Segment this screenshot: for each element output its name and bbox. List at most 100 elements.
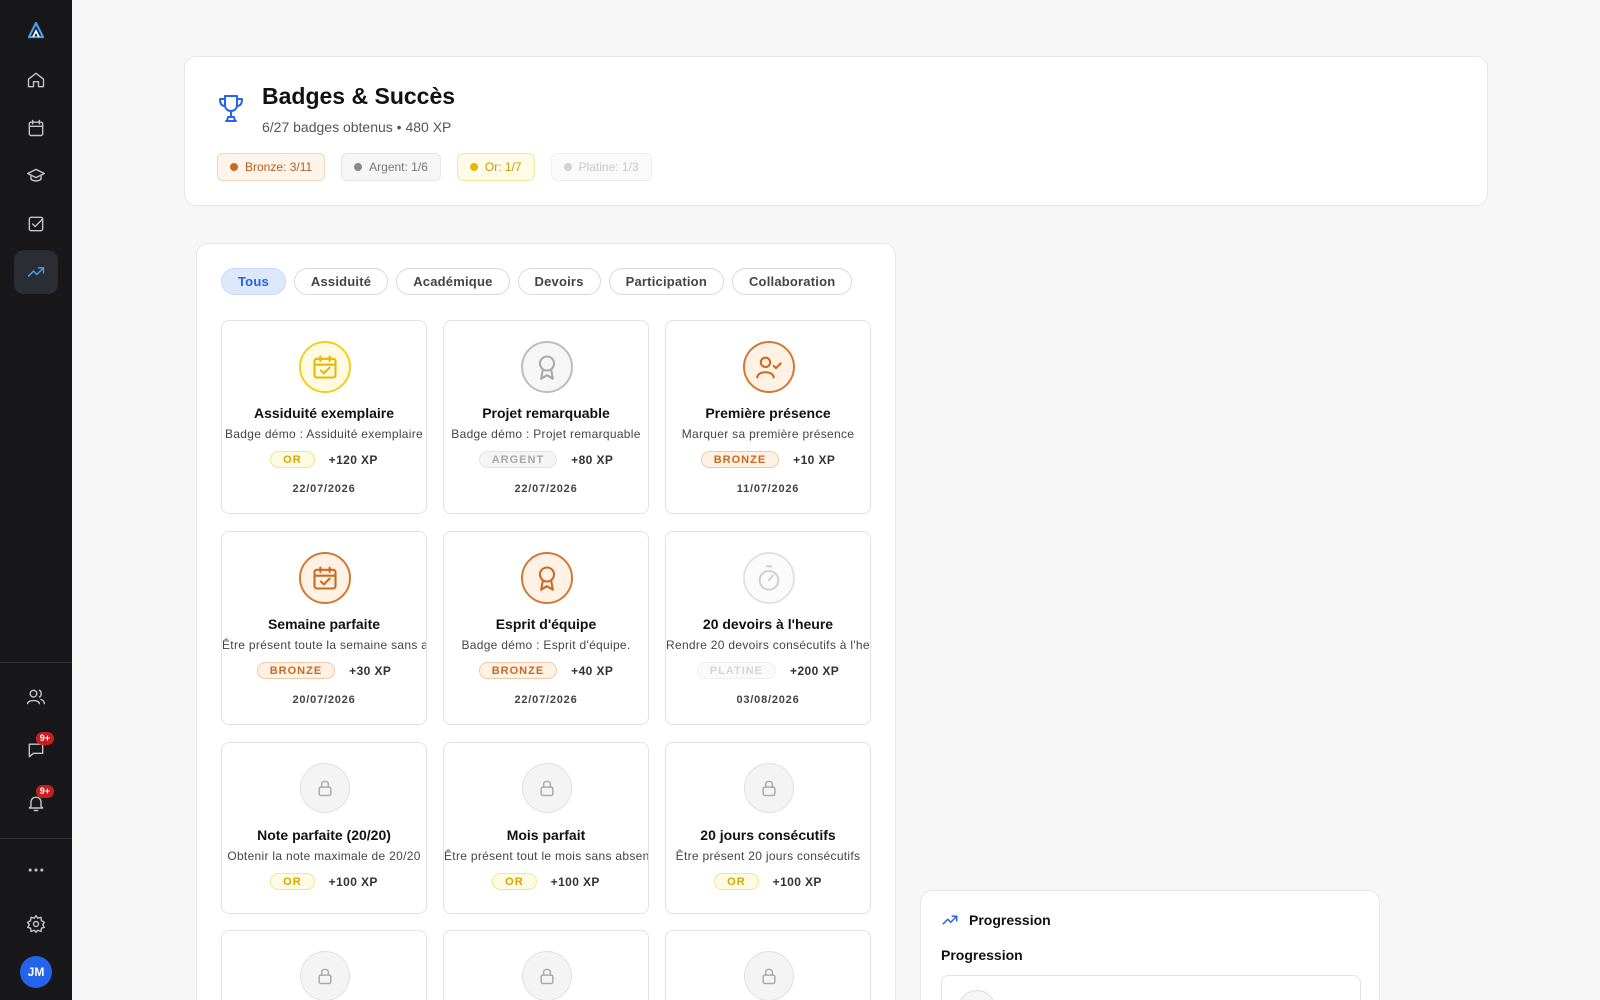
badge-card-locked[interactable]: Mois parfait Être présent tout le mois s… (443, 742, 649, 914)
filter-assiduite[interactable]: Assiduité (293, 268, 389, 295)
lock-icon (522, 763, 572, 813)
badge-card[interactable]: Projet remarquable Badge démo : Projet r… (443, 320, 649, 514)
badge-xp: +10 XP (793, 452, 836, 467)
lock-icon (522, 951, 572, 1000)
tier-pill: BRONZE (478, 662, 558, 679)
badge-card[interactable]: 20 devoirs à l'heure Rendre 20 devoirs c… (665, 531, 871, 725)
badge-meta: PLATINE +200 XP (666, 662, 870, 679)
platine-dot-icon (563, 163, 572, 171)
badge-date: 03/08/2026 (736, 694, 800, 706)
progression-header: Progression (941, 911, 1051, 929)
badge-meta: BRONZE +40 XP (444, 662, 648, 679)
badge-meta: BRONZE +30 XP (222, 662, 426, 679)
progression-item[interactable] (941, 975, 1361, 1000)
badge-meta: OR +120 XP (222, 451, 426, 468)
badge-meta: ARGENT +80 XP (444, 451, 648, 468)
filter-tous[interactable]: Tous (221, 268, 286, 295)
argent-dot-icon (354, 163, 363, 171)
badge-description: Obtenir la note maximale de 20/20 (227, 849, 421, 863)
sidebar-item-calendar[interactable] (14, 106, 58, 150)
avatar[interactable]: JM (20, 956, 52, 988)
sidebar: 9+ 9+ JM (0, 0, 72, 1000)
tier-chip-label: Argent: 1/6 (369, 160, 428, 174)
sidebar-item-messages[interactable]: 9+ (14, 728, 58, 772)
filter-participation[interactable]: Participation (608, 268, 724, 295)
badge-card-locked[interactable] (665, 930, 871, 1000)
tier-pill: OR (270, 451, 315, 468)
badge-name: Assiduité exemplaire (253, 405, 395, 421)
tier-pill: BRONZE (256, 662, 336, 679)
tier-chip-argent: Argent: 1/6 (341, 153, 441, 181)
badge-card-locked[interactable] (221, 930, 427, 1000)
badge-description: Badge démo : Assiduité exemplaire (224, 427, 423, 441)
badge-card[interactable]: Semaine parfaite Être présent toute la s… (221, 531, 427, 725)
badge-card[interactable]: Assiduité exemplaire Badge démo : Assidu… (221, 320, 427, 514)
sidebar-divider (0, 662, 72, 663)
badge-date: 22/07/2026 (514, 483, 578, 495)
badge-xp: +120 XP (328, 452, 378, 467)
badge-xp: +100 XP (772, 874, 822, 889)
badge-xp: +100 XP (550, 874, 600, 889)
badges-header-card: Badges & Succès 6/27 badges obtenus • 48… (184, 56, 1488, 206)
graduation-cap-icon (26, 168, 46, 182)
badge-card[interactable]: Esprit d'équipe Badge démo : Esprit d'éq… (443, 531, 649, 725)
badge-date: 22/07/2026 (514, 694, 578, 706)
tier-chip-bronze: Bronze: 3/11 (217, 153, 326, 181)
sidebar-item-courses[interactable] (14, 154, 58, 198)
lock-icon (300, 951, 350, 1000)
progression-subtitle: Progression (941, 947, 1023, 963)
tier-pill: PLATINE (696, 662, 777, 679)
sidebar-item-more[interactable] (14, 848, 58, 892)
badge-name: Première présence (705, 405, 831, 421)
sidebar-item-tasks[interactable] (14, 202, 58, 246)
badge-card-locked[interactable]: 20 jours consécutifs Être présent 20 jou… (665, 742, 871, 914)
badge-meta: OR +100 XP (666, 873, 870, 890)
sidebar-item-home[interactable] (14, 58, 58, 102)
badge-meta: BRONZE +10 XP (666, 451, 870, 468)
notifications-count-badge: 9+ (35, 785, 54, 798)
badge-xp: +30 XP (349, 663, 392, 678)
sidebar-item-settings[interactable] (14, 902, 58, 946)
page-title: Badges & Succès (262, 83, 456, 109)
badge-description: Badge démo : Projet remarquable (451, 427, 641, 441)
calendar-check-icon (299, 552, 351, 604)
filter-devoirs[interactable]: Devoirs (517, 268, 601, 295)
sidebar-item-notifications[interactable]: 9+ (14, 781, 58, 825)
badge-name: Esprit d'équipe (495, 616, 597, 632)
sidebar-item-progress[interactable] (14, 250, 58, 294)
bronze-dot-icon (230, 163, 238, 171)
badge-xp: +200 XP (790, 663, 840, 678)
tier-pill: OR (270, 873, 315, 890)
filter-academique[interactable]: Académique (396, 268, 510, 295)
badge-description: Badge démo : Esprit d'équipe. (461, 638, 631, 652)
badge-date: 20/07/2026 (292, 694, 356, 706)
badges-summary: 6/27 badges obtenus • 480 XP (262, 119, 452, 135)
badge-date: 22/07/2026 (292, 483, 356, 495)
badge-description: Marquer sa première présence (681, 427, 855, 441)
sidebar-item-users[interactable] (14, 675, 58, 719)
home-icon (27, 72, 45, 88)
badge-card-locked[interactable]: Note parfaite (20/20) Obtenir la note ma… (221, 742, 427, 914)
checkbox-icon (28, 216, 44, 232)
badge-name: Mois parfait (506, 827, 586, 843)
calendar-icon (28, 119, 44, 137)
badge-card[interactable]: Première présence Marquer sa première pr… (665, 320, 871, 514)
tier-summary-list: Bronze: 3/11 Argent: 1/6 Or: 1/7 Platine… (217, 153, 652, 181)
badge-name: 20 devoirs à l'heure (702, 616, 834, 632)
badge-name: Note parfaite (20/20) (257, 827, 391, 843)
messages-count-badge: 9+ (35, 732, 54, 745)
trending-up-icon (942, 915, 958, 925)
badge-description: Rendre 20 devoirs consécutifs à l'heure (666, 638, 870, 652)
timer-icon (743, 552, 795, 604)
tier-chip-label: Platine: 1/3 (578, 160, 639, 174)
badge-card-locked[interactable] (443, 930, 649, 1000)
app-logo-icon[interactable] (24, 18, 48, 42)
filter-collaboration[interactable]: Collaboration (731, 268, 853, 295)
lock-icon (300, 763, 350, 813)
calendar-check-icon (299, 341, 351, 393)
badge-name: Projet remarquable (482, 405, 610, 421)
badge-xp: +80 XP (571, 452, 614, 467)
badge-description: Être présent 20 jours consécutifs (675, 849, 861, 863)
more-horizontal-icon (28, 868, 44, 872)
or-dot-icon (469, 163, 478, 171)
